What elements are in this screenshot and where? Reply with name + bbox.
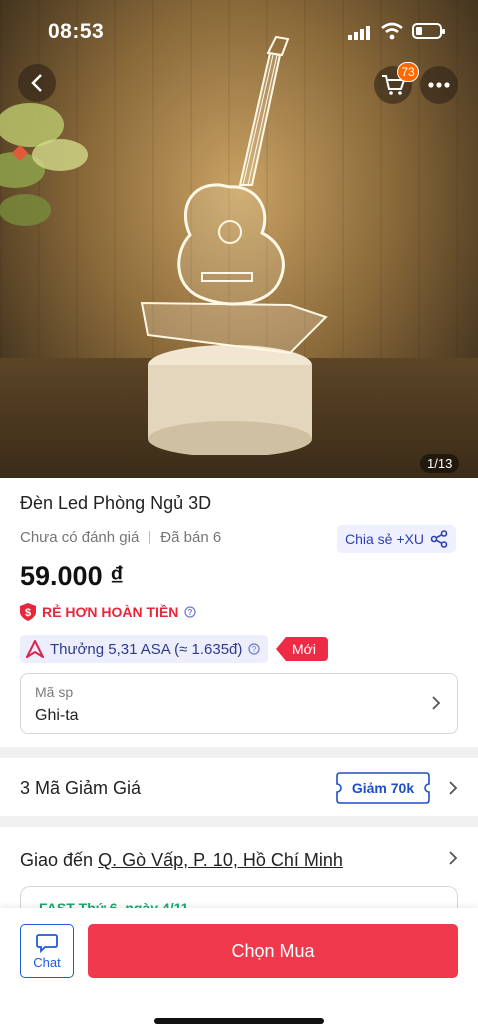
section-divider bbox=[0, 816, 478, 827]
product-meta: Chưa có đánh giá Đã bán 6 bbox=[20, 529, 221, 546]
sold-count: Đã bán 6 bbox=[160, 529, 222, 546]
svg-text:?: ? bbox=[188, 608, 193, 617]
shield-dollar-icon: $ bbox=[20, 603, 36, 621]
shipping-row[interactable]: Giao đến Q. Gò Vấp, P. 10, Hồ Chí Minh bbox=[20, 850, 343, 871]
section-divider bbox=[0, 747, 478, 758]
voucher-tag[interactable]: Giảm 70k bbox=[336, 772, 430, 804]
asa-reward-badge[interactable]: Thưởng 5,31 ASA (≈ 1.635đ) ? bbox=[20, 635, 269, 663]
home-indicator bbox=[154, 1018, 324, 1024]
astra-logo-icon bbox=[26, 640, 44, 658]
asa-reward-text: Thưởng 5,31 ASA (≈ 1.635đ) bbox=[50, 640, 243, 658]
bottom-action-bar: Chat Chọn Mua bbox=[0, 908, 478, 1034]
share-label: Chia sẻ +XU bbox=[345, 531, 424, 547]
chevron-left-icon bbox=[31, 74, 42, 92]
meta-divider bbox=[149, 531, 151, 544]
chevron-right-icon bbox=[449, 851, 458, 865]
status-bar: 08:53 bbox=[0, 0, 478, 62]
back-button[interactable] bbox=[18, 64, 56, 102]
chevron-right-icon bbox=[449, 781, 458, 795]
svg-text:?: ? bbox=[252, 645, 257, 654]
plant-image bbox=[0, 103, 88, 226]
sku-value: Ghi-ta bbox=[35, 707, 79, 724]
more-options-button[interactable] bbox=[420, 66, 458, 104]
product-price: 59.000 ₫ bbox=[20, 561, 124, 591]
info-icon: ? bbox=[248, 643, 261, 655]
cheaper-refund-badge[interactable]: $ RẺ HƠN HOÀN TIỀN ? bbox=[20, 603, 196, 621]
info-icon: ? bbox=[184, 606, 196, 618]
voucher-tag-text: Giảm 70k bbox=[351, 780, 415, 796]
chat-label: Chat bbox=[33, 954, 61, 970]
svg-text:$: $ bbox=[25, 607, 31, 619]
chevron-right-icon bbox=[432, 696, 441, 710]
product-title: Đèn Led Phòng Ngủ 3D bbox=[20, 493, 212, 513]
guitar-lamp-image bbox=[140, 35, 328, 455]
cheaper-label: RẺ HƠN HOÀN TIỀN bbox=[42, 604, 179, 620]
voucher-label: 3 Mã Giảm Giá bbox=[20, 778, 142, 798]
product-image-carousel[interactable]: 08:53 73 1/13 bbox=[0, 0, 478, 478]
sku-label: Mã sp bbox=[35, 684, 74, 700]
new-tag: Mới bbox=[276, 637, 328, 661]
shipping-prefix: Giao đến bbox=[20, 850, 94, 870]
buy-button[interactable]: Chọn Mua bbox=[88, 924, 458, 978]
signal-icon bbox=[348, 26, 370, 40]
cart-count-badge: 73 bbox=[397, 62, 419, 82]
image-counter: 1/13 bbox=[420, 454, 460, 473]
more-dots-icon bbox=[428, 82, 450, 88]
battery-icon bbox=[412, 23, 445, 39]
share-button[interactable]: Chia sẻ +XU bbox=[337, 525, 456, 553]
sku-selector[interactable]: Mã sp Ghi-ta bbox=[20, 673, 458, 734]
rating-text: Chưa có đánh giá bbox=[20, 529, 140, 546]
chat-bubble-icon bbox=[36, 933, 58, 953]
status-time: 08:53 bbox=[48, 20, 105, 43]
share-icon bbox=[430, 530, 448, 548]
shipping-address[interactable]: Q. Gò Vấp, P. 10, Hồ Chí Minh bbox=[98, 850, 343, 870]
wifi-icon bbox=[381, 22, 403, 40]
chat-button[interactable]: Chat bbox=[20, 924, 74, 978]
